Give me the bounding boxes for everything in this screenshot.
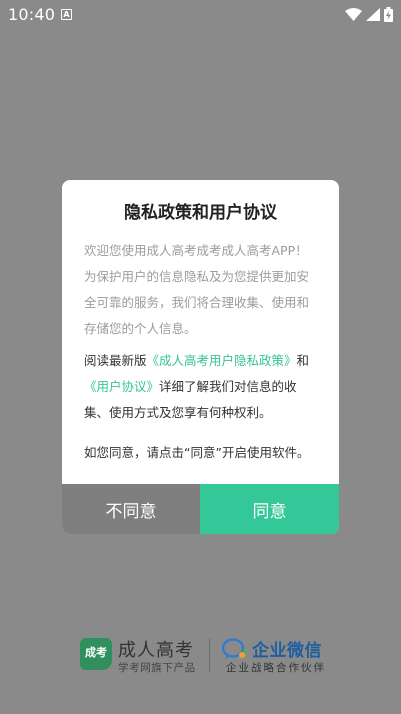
links-and: 和 xyxy=(296,353,310,368)
chengkao-logo-icon: 成考 xyxy=(80,638,112,670)
partner-subtitle: 企业战略合作伙伴 xyxy=(226,662,326,674)
privacy-policy-link[interactable]: 《成人高考用户隐私政策》 xyxy=(147,353,297,368)
status-bar: 10:40 A xyxy=(0,0,401,30)
dialog-consent-text: 如您同意，请点击“同意”开启使用软件。 xyxy=(84,445,310,460)
brand-subtitle: 学考网旗下产品 xyxy=(118,662,196,674)
wecom-logo-icon xyxy=(222,638,247,659)
partner-name: 企业微信 xyxy=(252,641,322,661)
links-prefix: 阅读最新版 xyxy=(84,353,147,368)
disagree-button[interactable]: 不同意 xyxy=(62,484,200,534)
agree-button[interactable]: 同意 xyxy=(200,484,339,534)
notification-icon: A xyxy=(61,9,72,20)
dialog-title: 隐私政策和用户协议 xyxy=(124,203,277,223)
privacy-dialog: 隐私政策和用户协议 欢迎您使用成人高考成考成人高考APP！为保护用户的信息隐私及… xyxy=(62,180,339,534)
wifi-icon xyxy=(345,8,362,21)
footer-divider xyxy=(209,638,210,672)
battery-charging-icon xyxy=(384,7,393,22)
status-icons xyxy=(345,7,393,22)
dialog-button-row: 不同意 同意 xyxy=(62,484,339,534)
dialog-intro-text: 欢迎您使用成人高考成考成人高考APP！为保护用户的信息隐私及为您提供更加安全可靠… xyxy=(84,243,310,336)
dialog-links-paragraph: 阅读最新版《成人高考用户隐私政策》和 《用户协议》详细了解我们对信息的收集、使用方… xyxy=(84,348,320,426)
user-agreement-link[interactable]: 《用户协议》 xyxy=(84,379,159,394)
status-time: 10:40 xyxy=(8,5,56,24)
footer-branding: 成考 成人高考 学考网旗下产品 企业微信 企业战略合作伙伴 xyxy=(0,634,401,679)
signal-icon xyxy=(366,8,380,21)
brand-name: 成人高考 xyxy=(118,640,194,661)
